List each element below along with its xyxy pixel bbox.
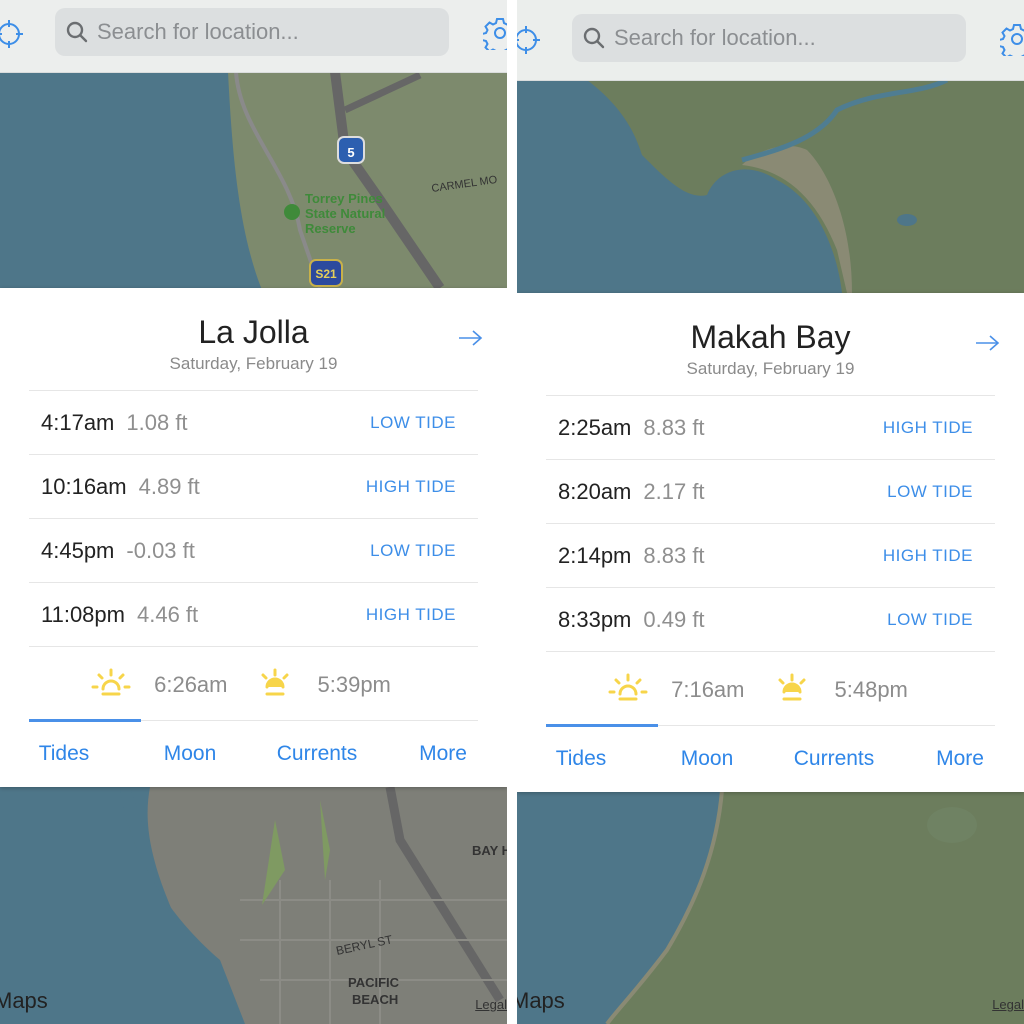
tide-row[interactable]: 4:17am 1.08 ft LOW TIDE bbox=[29, 391, 478, 454]
location-name: Makah Bay bbox=[690, 319, 851, 355]
sunset-time: 5:39pm bbox=[317, 672, 391, 697]
tide-row[interactable]: 2:25am 8.83 ft HIGH TIDE bbox=[546, 396, 995, 459]
tide-type[interactable]: LOW TIDE bbox=[370, 541, 456, 561]
tide-time: 4:45pm bbox=[41, 537, 115, 563]
tide-row[interactable]: 10:16am 4.89 ft HIGH TIDE bbox=[29, 455, 478, 518]
tide-time: 11:08pm bbox=[41, 601, 125, 627]
tide-type[interactable]: HIGH TIDE bbox=[366, 477, 456, 497]
sun-times: 7:16am 5:48pm bbox=[517, 670, 1024, 710]
tide-height: -0.03 ft bbox=[126, 537, 195, 563]
active-tab-indicator bbox=[29, 719, 141, 722]
tide-height: 4.89 ft bbox=[138, 473, 200, 499]
legal-link[interactable]: Legal bbox=[992, 997, 1024, 1012]
svg-text:State Natural: State Natural bbox=[305, 206, 385, 221]
tide-time: 2:14pm bbox=[558, 542, 632, 568]
sunset-time: 5:48pm bbox=[834, 677, 908, 702]
search-icon bbox=[66, 21, 88, 43]
svg-text:Torrey Pines: Torrey Pines bbox=[305, 191, 383, 206]
top-bar: Search for location... bbox=[0, 0, 507, 73]
tab-moon[interactable]: Moon bbox=[681, 747, 734, 771]
tab-currents[interactable]: Currents bbox=[794, 747, 875, 771]
tide-time: 4:17am bbox=[41, 409, 115, 435]
tide-time: 2:25am bbox=[558, 414, 632, 440]
tab-currents[interactable]: Currents bbox=[277, 742, 358, 766]
arrow-right-icon[interactable] bbox=[974, 333, 1000, 353]
date-label: Saturday, February 19 bbox=[169, 354, 338, 373]
tide-row[interactable]: 8:33pm 0.49 ft LOW TIDE bbox=[546, 588, 995, 651]
sunset-icon bbox=[254, 668, 296, 703]
search-input[interactable]: Search for location... bbox=[55, 8, 449, 56]
tab-tides[interactable]: Tides bbox=[39, 742, 90, 766]
maps-attribution: Maps bbox=[0, 988, 48, 1013]
svg-text:S21: S21 bbox=[315, 267, 337, 281]
tide-height: 8.83 ft bbox=[643, 414, 705, 440]
sun-times: 6:26am 5:39pm bbox=[0, 665, 507, 705]
search-icon bbox=[583, 27, 605, 49]
locate-me-icon[interactable] bbox=[517, 25, 541, 55]
tide-type[interactable]: HIGH TIDE bbox=[366, 605, 456, 625]
locate-me-icon[interactable] bbox=[0, 19, 24, 49]
location-name: La Jolla bbox=[198, 314, 309, 350]
svg-text:PACIFIC: PACIFIC bbox=[348, 975, 400, 990]
search-placeholder: Search for location... bbox=[97, 19, 299, 44]
tab-more[interactable]: More bbox=[419, 742, 467, 766]
search-input[interactable]: Search for location... bbox=[572, 14, 966, 62]
sunrise-time: 7:16am bbox=[671, 677, 745, 702]
legal-link[interactable]: Legal bbox=[475, 997, 507, 1012]
tab-tides[interactable]: Tides bbox=[556, 747, 607, 771]
svg-text:5: 5 bbox=[347, 145, 354, 160]
gear-icon[interactable] bbox=[483, 16, 507, 50]
tide-row[interactable]: 2:14pm 8.83 ft HIGH TIDE bbox=[546, 524, 995, 587]
date-label: Saturday, February 19 bbox=[686, 359, 855, 378]
tab-moon[interactable]: Moon bbox=[164, 742, 217, 766]
tide-row[interactable]: 8:20am 2.17 ft LOW TIDE bbox=[546, 460, 995, 523]
sunrise-time: 6:26am bbox=[154, 672, 228, 697]
tide-type[interactable]: LOW TIDE bbox=[370, 413, 456, 433]
tide-card: La Jolla Saturday, February 19 4:17am 1.… bbox=[0, 288, 507, 787]
tide-type[interactable]: LOW TIDE bbox=[887, 482, 973, 502]
tide-height: 0.49 ft bbox=[643, 606, 705, 632]
gear-icon[interactable] bbox=[1000, 22, 1024, 56]
tide-type[interactable]: LOW TIDE bbox=[887, 610, 973, 630]
active-tab-indicator bbox=[546, 724, 658, 727]
tide-height: 8.83 ft bbox=[643, 542, 705, 568]
tide-time: 8:33pm bbox=[558, 606, 632, 632]
tide-height: 1.08 ft bbox=[126, 409, 188, 435]
svg-text:BEACH: BEACH bbox=[352, 992, 398, 1007]
tide-type[interactable]: HIGH TIDE bbox=[883, 546, 973, 566]
sunset-icon bbox=[771, 673, 813, 708]
search-placeholder: Search for location... bbox=[614, 25, 816, 50]
tide-row[interactable]: 11:08pm 4.46 ft HIGH TIDE bbox=[29, 583, 478, 646]
divider bbox=[546, 651, 995, 652]
top-bar: Search for location... bbox=[517, 0, 1024, 81]
sunrise-icon bbox=[607, 673, 649, 708]
divider bbox=[29, 646, 478, 647]
svg-text:Reserve: Reserve bbox=[305, 221, 356, 236]
svg-text:BAY H: BAY H bbox=[472, 843, 507, 858]
sunrise-icon bbox=[90, 668, 132, 703]
tide-time: 10:16am bbox=[41, 473, 127, 499]
tab-bar: Tides Moon Currents More bbox=[0, 734, 507, 774]
arrow-right-icon[interactable] bbox=[457, 328, 483, 348]
tide-row[interactable]: 4:45pm -0.03 ft LOW TIDE bbox=[29, 519, 478, 582]
tab-bar: Tides Moon Currents More bbox=[517, 739, 1024, 779]
panel-la-jolla: 5 S21 Torrey Pines State Natural Reserve… bbox=[0, 0, 507, 1024]
tide-height: 2.17 ft bbox=[643, 478, 705, 504]
tide-time: 8:20am bbox=[558, 478, 632, 504]
tide-card: Makah Bay Saturday, February 19 2:25am 8… bbox=[517, 293, 1024, 792]
tab-more[interactable]: More bbox=[936, 747, 984, 771]
tide-height: 4.46 ft bbox=[136, 601, 199, 627]
panel-makah-bay: Search for location... Makah Bay Saturda… bbox=[517, 0, 1024, 1024]
maps-attribution: Maps bbox=[517, 988, 565, 1013]
tide-type[interactable]: HIGH TIDE bbox=[883, 418, 973, 438]
